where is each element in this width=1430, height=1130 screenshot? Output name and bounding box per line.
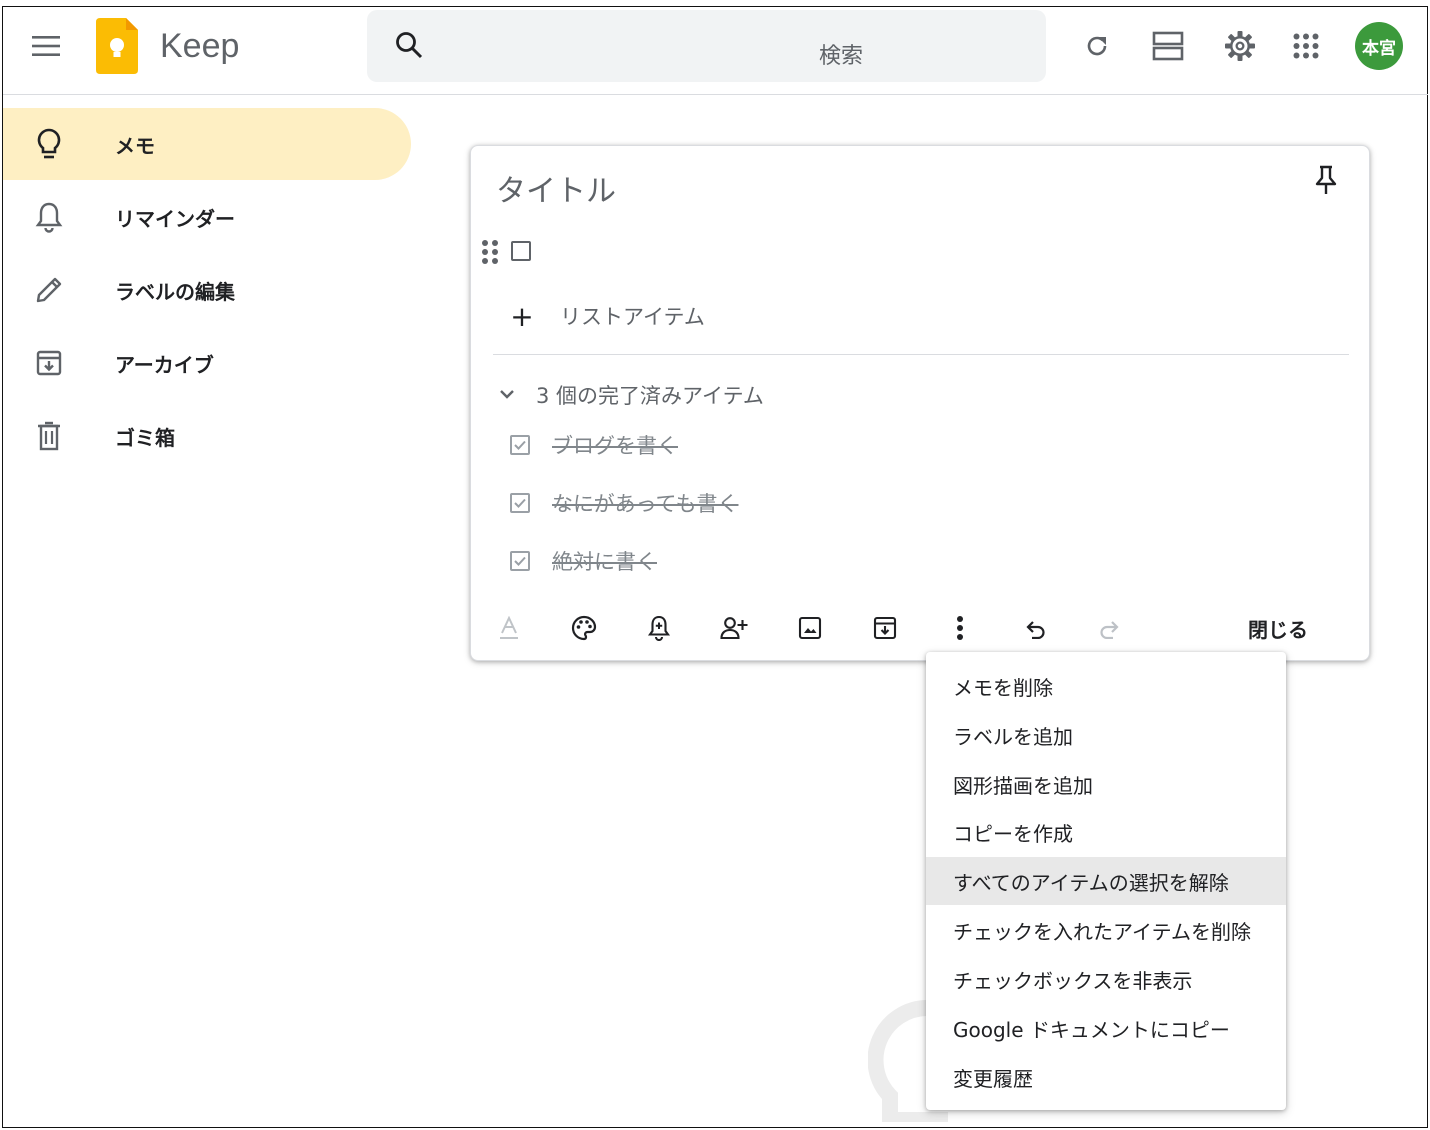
sidebar-item-label: リマインダー	[115, 206, 235, 231]
palette-icon	[571, 615, 597, 641]
redo-icon	[1100, 621, 1119, 639]
checked-checkbox[interactable]	[510, 551, 530, 571]
menu-item-delete-note[interactable]: メモを削除	[926, 662, 1286, 710]
collaborator-button[interactable]	[714, 608, 754, 648]
refresh-button[interactable]	[1074, 23, 1120, 69]
pin-icon	[1315, 165, 1337, 194]
menu-item-hide-checkboxes[interactable]: チェックボックスを非表示	[926, 955, 1286, 1003]
keep-logo[interactable]	[96, 18, 138, 74]
collaborator-icon	[720, 617, 748, 640]
checked-checkbox[interactable]	[510, 493, 530, 513]
pencil-icon	[31, 272, 67, 308]
header-divider	[3, 94, 1428, 95]
list-item: 絶対に書く	[510, 544, 657, 578]
add-image-button[interactable]	[790, 608, 830, 648]
text-format-button[interactable]	[489, 608, 529, 648]
new-item-checkbox[interactable]	[511, 241, 531, 261]
reminder-icon	[647, 615, 671, 641]
search-bar[interactable]	[367, 10, 1379, 82]
list-item-text[interactable]: 絶対に書く	[552, 546, 657, 576]
checked-checkbox[interactable]	[510, 435, 530, 455]
pin-button[interactable]	[1308, 160, 1344, 200]
redo-button[interactable]	[1090, 608, 1130, 648]
settings-icon	[1225, 31, 1255, 61]
lightbulb-icon	[31, 126, 67, 162]
sidebar-item-edit-labels[interactable]: ラベルの編集	[3, 254, 411, 326]
text-format-icon	[500, 616, 518, 639]
add-list-item-label: リストアイテム	[560, 305, 705, 329]
trash-icon	[31, 418, 67, 454]
plus-icon: +	[510, 299, 534, 333]
bell-icon	[31, 199, 67, 235]
more-button[interactable]	[940, 608, 980, 648]
reminder-button[interactable]	[639, 608, 679, 648]
refresh-icon	[1087, 36, 1107, 56]
add-list-item[interactable]: + リストアイテム	[508, 298, 705, 334]
sidebar-item-label: メモ	[115, 133, 155, 158]
drag-handle-icon[interactable]	[479, 237, 501, 267]
completed-divider	[493, 354, 1349, 355]
menu-item-uncheck-all[interactable]: すべてのアイテムの選択を解除	[926, 857, 1286, 905]
menu-icon	[32, 36, 60, 56]
close-button[interactable]: 閉じる	[1230, 608, 1326, 648]
menu-item-add-drawing[interactable]: 図形描画を追加	[926, 760, 1286, 808]
undo-button[interactable]	[1015, 608, 1055, 648]
search-icon[interactable]	[394, 30, 424, 60]
apps-button[interactable]	[1283, 23, 1329, 69]
more-icon	[957, 616, 963, 640]
undo-icon	[1026, 621, 1045, 639]
sidebar-item-notes[interactable]: メモ	[3, 108, 411, 180]
list-view-icon	[1152, 31, 1184, 61]
color-button[interactable]	[564, 608, 604, 648]
list-item: ブログを書く	[510, 428, 678, 462]
menu-item-make-copy[interactable]: コピーを作成	[926, 808, 1286, 856]
menu-item-copy-to-docs[interactable]: Google ドキュメントにコピー	[926, 1004, 1286, 1052]
menu-item-add-label[interactable]: ラベルを追加	[926, 711, 1286, 759]
menu-item-delete-checked[interactable]: チェックを入れたアイテムを削除	[926, 906, 1286, 954]
chevron-down-icon	[496, 388, 518, 402]
completed-items-label: 3 個の完了済みアイテム	[536, 384, 764, 408]
sidebar-item-label: ラベルの編集	[115, 279, 235, 304]
completed-items-toggle[interactable]: 3 個の完了済みアイテム	[496, 378, 764, 412]
list-view-button[interactable]	[1145, 23, 1191, 69]
list-item-text[interactable]: なにがあっても書く	[552, 488, 738, 518]
archive-icon	[873, 616, 897, 640]
list-item-text[interactable]: ブログを書く	[552, 430, 678, 460]
avatar[interactable]: 本宮	[1355, 22, 1403, 70]
sidebar-item-reminders[interactable]: リマインダー	[3, 181, 411, 253]
sidebar-item-label: アーカイブ	[115, 352, 214, 377]
sidebar-item-label: ゴミ箱	[115, 425, 175, 450]
archive-button[interactable]	[865, 608, 905, 648]
image-icon	[798, 616, 822, 640]
apps-icon	[1293, 33, 1319, 59]
sidebar-item-archive[interactable]: アーカイブ	[3, 327, 411, 399]
sidebar-item-trash[interactable]: ゴミ箱	[3, 400, 411, 472]
app-name: Keep	[160, 27, 240, 65]
more-options-menu: メモを削除 ラベルを追加 図形描画を追加 コピーを作成 すべてのアイテムの選択を…	[926, 652, 1286, 1110]
note-title[interactable]: タイトル	[496, 166, 616, 210]
main-menu-button[interactable]	[24, 26, 68, 66]
archive-icon	[31, 345, 67, 381]
settings-button[interactable]	[1217, 23, 1263, 69]
list-item: なにがあっても書く	[510, 486, 738, 520]
menu-item-version-history[interactable]: 変更履歴	[926, 1053, 1286, 1101]
